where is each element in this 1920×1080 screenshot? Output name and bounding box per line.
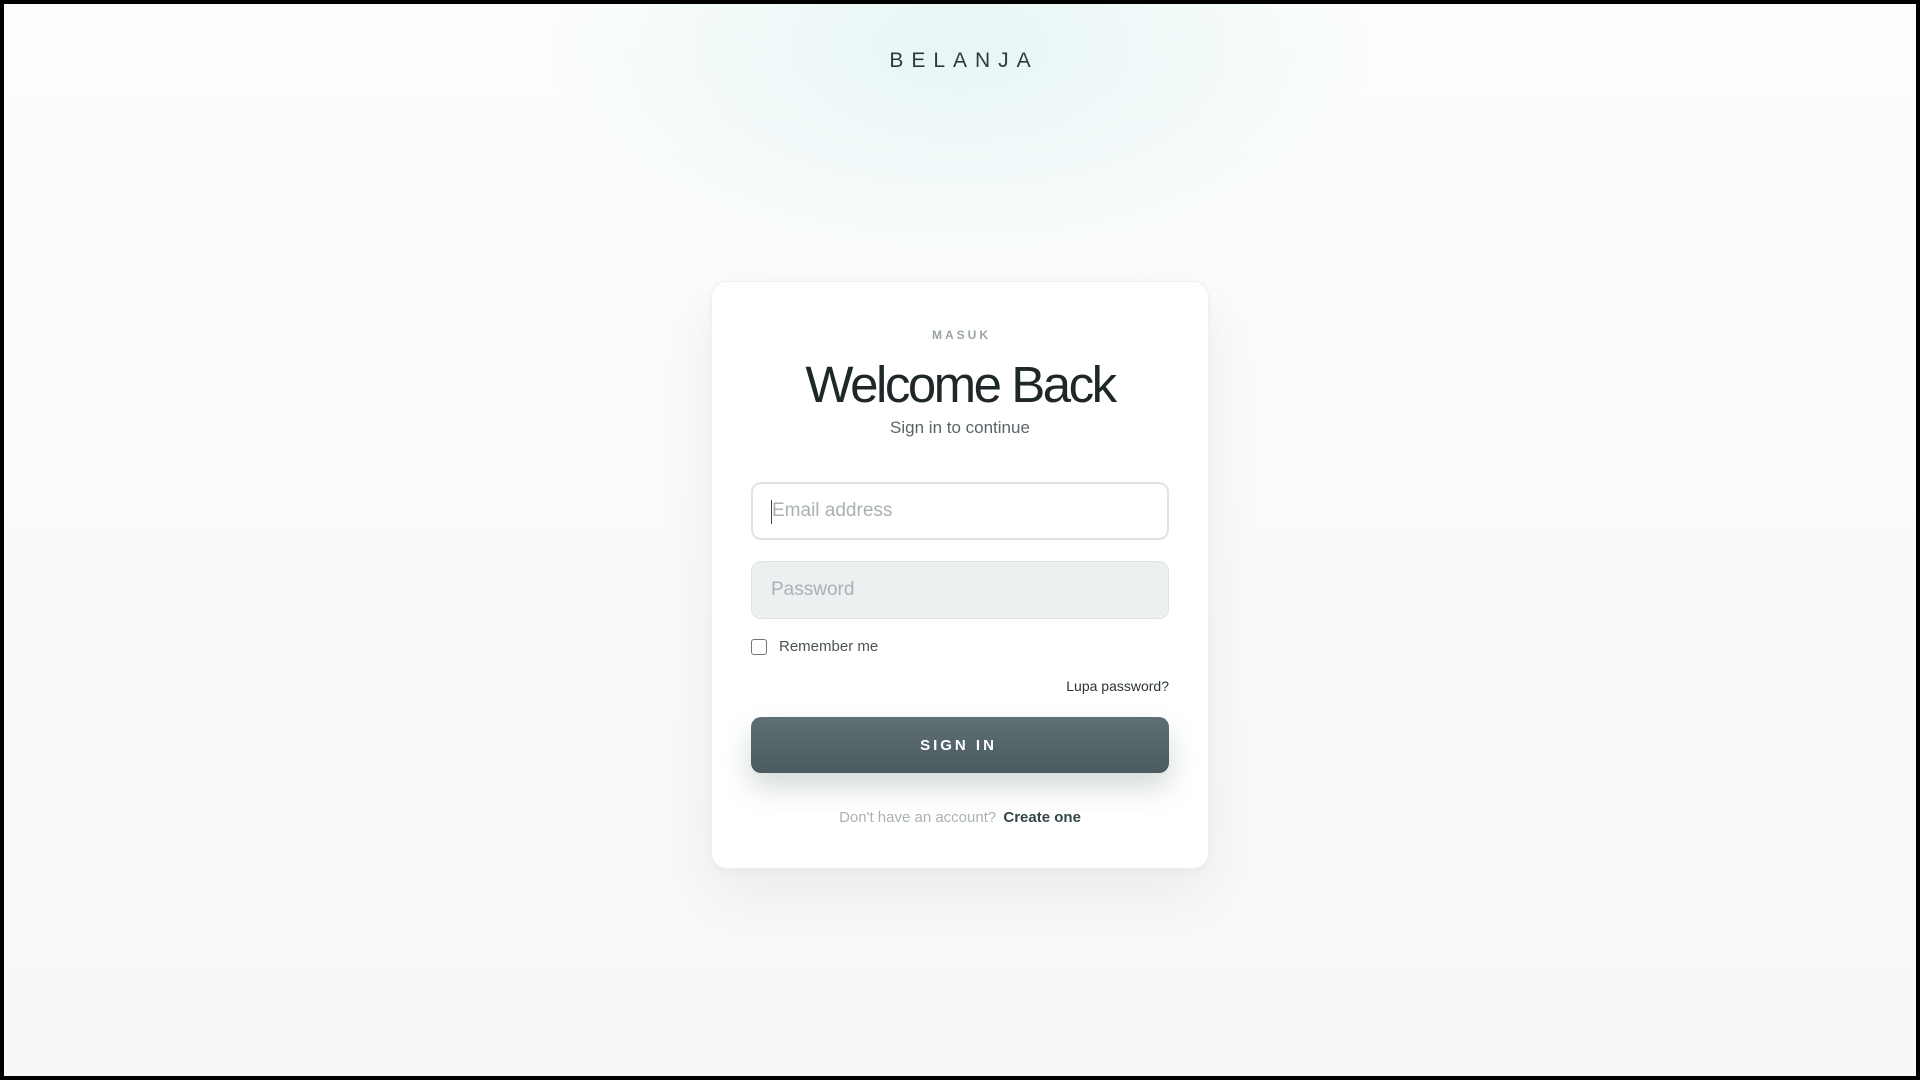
login-card: MASUK Welcome Back Sign in to continue R…: [711, 281, 1209, 869]
page-subtitle: Sign in to continue: [890, 418, 1030, 437]
remember-me[interactable]: Remember me: [751, 638, 878, 655]
forgot-password-link[interactable]: Lupa password?: [1066, 678, 1169, 694]
remember-me-checkbox[interactable]: [751, 638, 767, 655]
text-cursor: [771, 500, 772, 524]
login-page: BELANJA MASUK Welcome Back Sign in to co…: [4, 4, 1916, 1076]
signup-prompt-text: Don't have an account?: [839, 809, 997, 826]
card-eyebrow: MASUK: [932, 328, 991, 342]
remember-me-label: Remember me: [779, 638, 879, 655]
create-account-link[interactable]: Create one: [1003, 809, 1081, 826]
password-input[interactable]: [751, 561, 1169, 619]
page-title: Welcome Back: [805, 356, 1117, 413]
sign-in-button[interactable]: SIGN IN: [751, 717, 1169, 773]
email-input[interactable]: [751, 482, 1169, 540]
signup-prompt: Don't have an account? Create one: [712, 809, 1208, 826]
brand-logo: BELANJA: [889, 49, 1039, 72]
